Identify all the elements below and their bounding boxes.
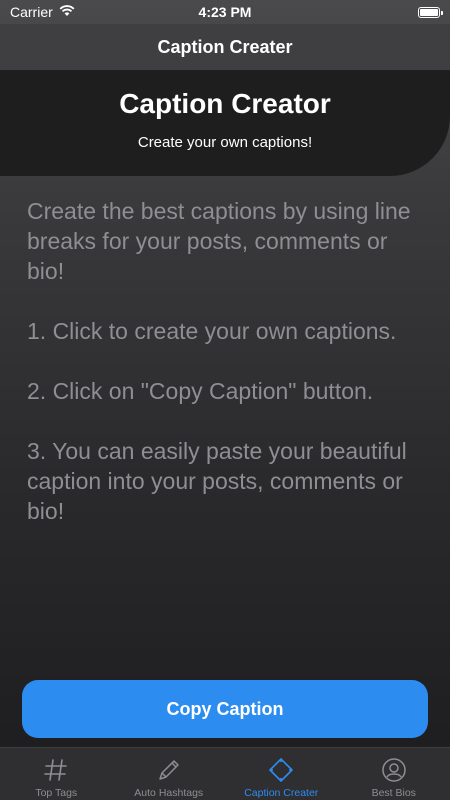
tab-top-tags[interactable]: Top Tags: [0, 748, 113, 800]
tab-best-bios[interactable]: Best Bios: [338, 748, 450, 800]
pencil-icon: [155, 756, 183, 784]
tab-caption-creater[interactable]: Caption Creater: [225, 748, 338, 800]
diamond-icon: [267, 756, 295, 784]
tab-label-auto-hashtags: Auto Hashtags: [134, 787, 204, 799]
user-circle-icon: [380, 756, 408, 784]
app-screen: Carrier 4:23 PM Caption Creater Caption …: [0, 0, 450, 800]
instructions-text[interactable]: Create the best captions by using line b…: [27, 196, 427, 556]
status-bar: Carrier 4:23 PM: [0, 0, 450, 24]
instruction-intro: Create the best captions by using line b…: [27, 198, 411, 284]
tab-bar: Top Tags Auto Hashtags Caption Creater B…: [0, 747, 450, 800]
navigation-bar: Caption Creater: [0, 24, 450, 70]
tab-label-best-bios: Best Bios: [371, 787, 416, 799]
tab-auto-hashtags[interactable]: Auto Hashtags: [113, 748, 226, 800]
hashtag-icon: [42, 756, 70, 784]
instruction-step-2: 2. Click on "Copy Caption" button.: [27, 378, 374, 404]
header-card: Caption Creator Create your own captions…: [0, 70, 450, 176]
copy-caption-button[interactable]: Copy Caption: [22, 680, 428, 738]
status-left: Carrier: [10, 4, 75, 20]
header-title: Caption Creator: [119, 88, 331, 119]
wifi-icon: [59, 4, 75, 20]
instruction-step-3: 3. You can easily paste your beautiful c…: [27, 438, 407, 524]
carrier-label: Carrier: [10, 4, 53, 20]
battery-icon: [418, 6, 443, 18]
tab-label-top-tags: Top Tags: [35, 787, 78, 799]
tab-label-caption-creater: Caption Creater: [244, 787, 319, 799]
header-subtitle: Create your own captions!: [137, 134, 313, 151]
instruction-step-1: 1. Click to create your own captions.: [27, 318, 397, 344]
nav-title: Caption Creater: [157, 36, 293, 57]
